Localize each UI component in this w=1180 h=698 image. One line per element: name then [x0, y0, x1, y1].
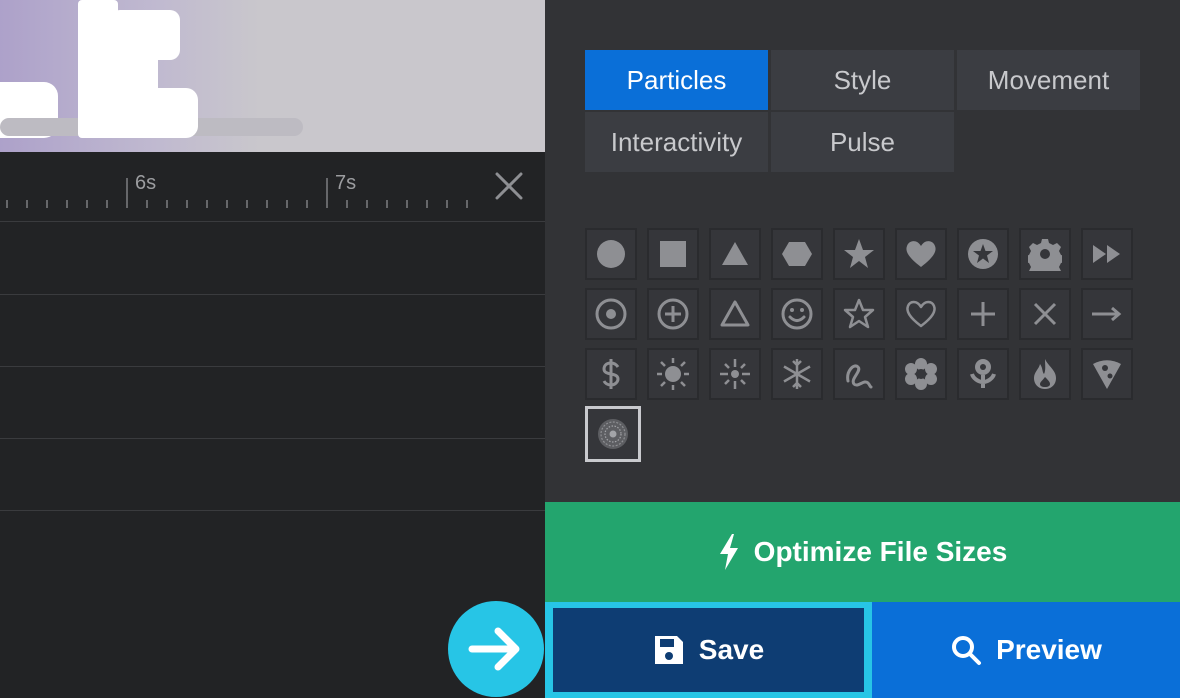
shape-option[interactable]: [709, 228, 761, 280]
shape-option[interactable]: [771, 228, 823, 280]
shape-option[interactable]: [647, 288, 699, 340]
star-circle-icon: [968, 239, 998, 269]
shape-option[interactable]: [1019, 288, 1071, 340]
shape-option[interactable]: [585, 288, 637, 340]
timeline-track-row[interactable]: [0, 223, 545, 295]
heart-icon: [906, 241, 936, 267]
settings-panel: Particles Style Movement Interactivity P…: [545, 0, 1180, 502]
sun-icon: [657, 358, 689, 390]
hexagon-icon: [782, 242, 812, 266]
shape-option[interactable]: [647, 228, 699, 280]
rose-icon: [970, 359, 996, 388]
timeline-track-row[interactable]: [0, 439, 545, 511]
arrow-right-icon: [468, 627, 520, 671]
star-icon: [844, 239, 874, 268]
tick-label-7s: 7s: [335, 172, 357, 194]
tick-label-6s: 6s: [135, 172, 157, 194]
preview-canvas: [0, 0, 545, 152]
shape-option[interactable]: [833, 228, 885, 280]
triangle-outline-icon: [720, 300, 750, 327]
shape-option[interactable]: [1081, 288, 1133, 340]
star-outline-icon: [843, 298, 875, 329]
preview-button[interactable]: Preview: [872, 602, 1180, 698]
squiggle-icon: [846, 364, 873, 389]
arrow-right-icon: [1092, 306, 1122, 322]
save-label: Save: [698, 634, 765, 665]
flower-icon: [905, 358, 937, 390]
shape-option[interactable]: [1081, 228, 1133, 280]
shape-option[interactable]: [957, 228, 1009, 280]
preview-label: Preview: [996, 634, 1102, 665]
shape-option[interactable]: [709, 288, 761, 340]
shape-option[interactable]: [895, 348, 947, 400]
gear-icon: [1028, 239, 1062, 271]
shape-option[interactable]: [957, 288, 1009, 340]
timeline-track-row[interactable]: [0, 295, 545, 367]
shape-option-selected[interactable]: [585, 406, 641, 462]
tab-particles[interactable]: Particles: [585, 50, 768, 110]
shape-option[interactable]: [709, 348, 761, 400]
app-root: 6s 7s Particles Style Movement Interacti…: [0, 0, 1180, 698]
timeline-track-row[interactable]: [0, 367, 545, 439]
plus-icon: [971, 302, 995, 326]
tab-interactivity[interactable]: Interactivity: [585, 112, 768, 172]
triangle-icon: [722, 242, 748, 265]
search-icon: [952, 636, 982, 665]
tab-pulse[interactable]: Pulse: [771, 112, 954, 172]
close-icon: [495, 172, 523, 200]
shape-option[interactable]: [833, 348, 885, 400]
close-timeline-button[interactable]: [493, 170, 525, 202]
shape-option[interactable]: [585, 348, 637, 400]
shape-option[interactable]: [585, 228, 637, 280]
snowflake-icon: [783, 359, 811, 389]
shape-option[interactable]: [1081, 348, 1133, 400]
preview-text-fragment: [78, 0, 118, 138]
shape-option[interactable]: [647, 348, 699, 400]
ruler-ticks: [6, 178, 468, 208]
square-icon: [660, 241, 686, 267]
shape-option[interactable]: [771, 288, 823, 340]
optimize-file-sizes-button[interactable]: Optimize File Sizes: [545, 502, 1180, 602]
shape-option[interactable]: [957, 348, 1009, 400]
custom-image-icon: [598, 419, 628, 449]
pizza-icon: [1093, 360, 1121, 389]
shape-option[interactable]: [771, 348, 823, 400]
save-button-inner: Save: [553, 608, 864, 692]
dollar-icon: [602, 359, 620, 389]
sparkle-sun-icon: [720, 359, 750, 389]
timeline-ruler[interactable]: 6s 7s: [0, 152, 545, 222]
save-disk-icon: [654, 636, 683, 664]
save-button[interactable]: Save: [545, 602, 872, 698]
flame-icon: [1034, 359, 1056, 389]
shape-option[interactable]: [895, 228, 947, 280]
shape-option[interactable]: [895, 288, 947, 340]
circle-dot-outline-icon: [595, 298, 627, 330]
lightning-icon: [719, 534, 738, 570]
tab-style[interactable]: Style: [771, 50, 954, 110]
optimize-label: Optimize File Sizes: [753, 536, 1008, 567]
heart-outline-icon: [906, 300, 936, 328]
shape-option[interactable]: [833, 288, 885, 340]
tab-movement[interactable]: Movement: [957, 50, 1140, 110]
shape-option[interactable]: [1019, 228, 1071, 280]
next-step-button[interactable]: [448, 601, 544, 697]
shape-option[interactable]: [1019, 348, 1071, 400]
smiley-outline-icon: [781, 298, 813, 330]
fast-forward-icon: [1093, 245, 1120, 263]
x-icon: [1033, 302, 1057, 326]
circle-icon: [597, 240, 625, 268]
circle-plus-outline-icon: [657, 298, 689, 330]
